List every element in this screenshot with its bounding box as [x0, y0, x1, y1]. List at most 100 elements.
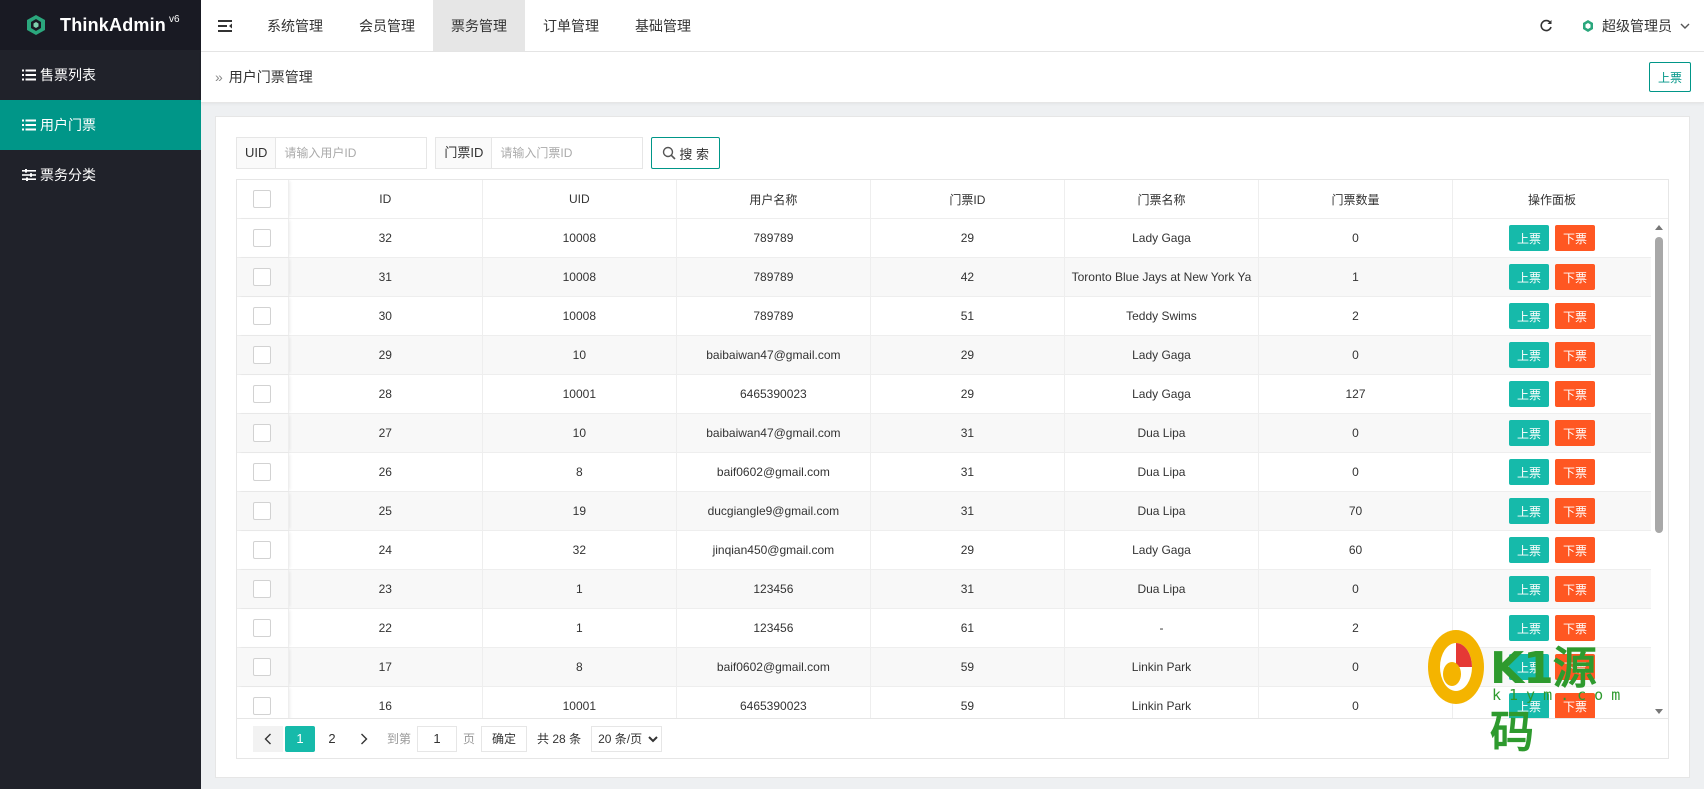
ticket-down-button[interactable]: 下票	[1555, 342, 1596, 368]
row-checkbox[interactable]	[253, 697, 272, 715]
row-actions: 上票 下票	[1453, 648, 1651, 686]
table-row[interactable]: 25 19 ducgiangle9@gmail.com 31 Dua Lipa 70 上票下…	[237, 492, 1668, 531]
table-row[interactable]: 27 10 baibaiwan47@gmail.com 31 Dua Lipa 0 上票 下票	[237, 414, 1668, 453]
page-2[interactable]: 2	[317, 726, 347, 752]
row-checkbox[interactable]	[253, 307, 272, 325]
row-checkbox[interactable]	[253, 502, 272, 520]
user-logo-icon	[1583, 20, 1593, 32]
page-1[interactable]: 1	[285, 725, 315, 752]
sidebar-item-1[interactable]: 售票列表	[0, 50, 201, 100]
column-header[interactable]: UID	[483, 180, 677, 218]
scroll-thumb[interactable]	[1655, 237, 1663, 533]
ticket-up-button[interactable]: 上票	[1509, 342, 1550, 368]
row-checkbox[interactable]	[253, 619, 272, 637]
top-tab-1[interactable]: 系统管理	[249, 0, 341, 52]
ticket-up-button[interactable]: 上票	[1509, 381, 1550, 407]
ticket-up-button[interactable]: 上票	[1509, 615, 1550, 641]
top-tab-2[interactable]: 会员管理	[341, 0, 433, 52]
column-header[interactable]: 用户名称	[677, 180, 871, 218]
ticket-down-button[interactable]: 下票	[1555, 225, 1596, 251]
ticket-up-button[interactable]: 上票	[1509, 420, 1550, 446]
table-row[interactable]: 32 10008 789789 29 Lady Gaga 0 上票 下票	[237, 219, 1668, 258]
table-row[interactable]: 30 10008 789789 51 Teddy Swims 2 上票 下票	[237, 297, 1668, 336]
add-ticket-button[interactable]: 上票	[1648, 62, 1691, 92]
table-row[interactable]: 17 8 baif0602@gmail.com 59 Linkin Park 0 上票 下票	[237, 648, 1668, 687]
ticket-id-input[interactable]	[492, 138, 643, 168]
app-logo[interactable]: ThinkAdmin v6	[0, 0, 201, 50]
row-checkbox[interactable]	[253, 541, 272, 559]
ticket-down-button[interactable]: 下票	[1555, 459, 1596, 485]
column-header[interactable]: 门票名称	[1065, 180, 1259, 218]
next-page-button[interactable]	[349, 726, 379, 752]
ticket-down-button[interactable]: 下票	[1555, 303, 1596, 329]
ticket-down-button[interactable]: 下票	[1555, 537, 1596, 563]
top-tab-5[interactable]: 基础管理	[617, 0, 709, 52]
cell-ticket-id: 51	[871, 297, 1065, 335]
search-button[interactable]: 搜 索	[651, 137, 721, 169]
column-header[interactable]: ID	[289, 180, 483, 218]
row-checkbox[interactable]	[253, 346, 272, 364]
ticket-up-button[interactable]: 上票	[1509, 225, 1550, 251]
refresh-button[interactable]	[1526, 0, 1566, 52]
row-checkbox[interactable]	[253, 580, 272, 598]
table-row[interactable]: 22 1 123456 61-2 上票 下票	[237, 609, 1668, 648]
top-tab-4[interactable]: 订单管理	[525, 0, 617, 52]
ticket-up-button[interactable]: 上票	[1509, 693, 1550, 718]
row-checkbox[interactable]	[253, 424, 272, 442]
ticket-down-button[interactable]: 下票	[1555, 264, 1596, 290]
prev-page-button[interactable]	[253, 725, 283, 752]
ticket-down-button[interactable]: 下票	[1555, 615, 1596, 641]
ticket-down-button[interactable]: 下票	[1555, 693, 1596, 718]
goto-page-input[interactable]	[417, 725, 458, 752]
row-checkbox[interactable]	[253, 229, 272, 247]
row-checkbox[interactable]	[253, 658, 272, 676]
ticket-up-button[interactable]: 上票	[1509, 264, 1550, 290]
scroll-up-icon[interactable]	[1655, 225, 1663, 230]
column-header[interactable]: 门票ID	[871, 180, 1065, 218]
cell-qty: 0	[1259, 687, 1454, 718]
ticket-up-button[interactable]: 上票	[1509, 303, 1550, 329]
table-row[interactable]: 24 32 jinqian450@gmail.com 29 Lady Gaga 60 上票下…	[237, 531, 1668, 570]
cell-id: 32	[289, 219, 483, 257]
ticket-up-button[interactable]: 上票	[1509, 459, 1550, 485]
goto-confirm-button[interactable]: 确定	[481, 725, 528, 752]
row-checkbox[interactable]	[253, 268, 272, 286]
ticket-down-button[interactable]: 下票	[1555, 420, 1596, 446]
sidebar-item-2[interactable]: 用户门票	[0, 100, 201, 150]
table-row[interactable]: 29 10 baibaiwan47@gmail.com 29 Lady Gaga 0 上票下…	[237, 336, 1668, 375]
top-tab-3[interactable]: 票务管理	[433, 0, 525, 52]
ticket-down-button[interactable]: 下票	[1555, 654, 1596, 680]
table-row[interactable]: 16 10001 6465390023 59 Linkin Park 0 上票 下票	[237, 687, 1668, 718]
row-checkbox-cell	[237, 297, 289, 335]
ticket-up-button[interactable]: 上票	[1509, 654, 1550, 680]
list-icon	[22, 119, 36, 131]
select-all-checkbox[interactable]	[253, 190, 272, 208]
total-count: 共 28 条	[537, 732, 582, 746]
ticket-down-button[interactable]: 下票	[1555, 381, 1596, 407]
menu-toggle-button[interactable]	[201, 0, 249, 52]
cell-ticket-id: 31	[871, 492, 1065, 530]
ticket-up-button[interactable]: 上票	[1509, 576, 1550, 602]
user-menu[interactable]: 超级管理员	[1582, 16, 1690, 36]
sidebar: ThinkAdmin v6 售票列表 用户门票 票务分类	[0, 0, 201, 789]
column-header[interactable]: 门票数量	[1259, 180, 1454, 218]
scroll-down-icon[interactable]	[1655, 709, 1663, 714]
cell-username: baif0602@gmail.com	[677, 453, 871, 491]
table-row[interactable]: 26 8 baif0602@gmail.com 31 Dua Lipa 0 上票 下票	[237, 453, 1668, 492]
header-scroll-gutter	[1651, 180, 1668, 218]
table-scrollbar[interactable]	[1651, 219, 1668, 718]
ticket-up-button[interactable]: 上票	[1509, 498, 1550, 524]
row-actions: 上票 下票	[1453, 219, 1651, 257]
ticket-down-button[interactable]: 下票	[1555, 498, 1596, 524]
table-row[interactable]: 28 10001 6465390023 29 Lady Gaga 127 上票 下票	[237, 375, 1668, 414]
row-checkbox[interactable]	[253, 385, 272, 403]
sidebar-item-3[interactable]: 票务分类	[0, 150, 201, 200]
ticket-down-button[interactable]: 下票	[1555, 576, 1596, 602]
table-row[interactable]: 23 1 123456 31 Dua Lipa 0 上票 下票	[237, 570, 1668, 609]
uid-input[interactable]	[276, 138, 427, 168]
column-header[interactable]: 操作面板	[1453, 180, 1651, 218]
ticket-up-button[interactable]: 上票	[1509, 537, 1550, 563]
row-checkbox[interactable]	[253, 463, 272, 481]
page-size-select[interactable]: 20 条/页	[591, 725, 663, 752]
table-row[interactable]: 31 10008 789789 42 Toronto Blue Jays at New …	[237, 258, 1668, 297]
